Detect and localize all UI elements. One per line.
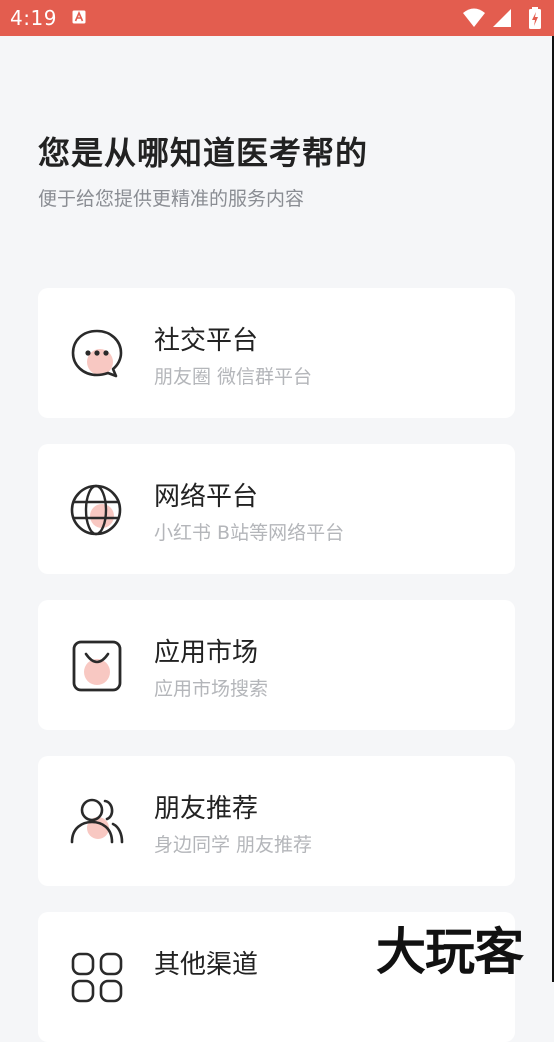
option-description: 小红书 B站等网络平台	[154, 522, 345, 544]
option-description: 身边同学 朋友推荐	[154, 834, 313, 856]
option-friend-referral[interactable]: 朋友推荐 身边同学 朋友推荐	[38, 756, 515, 886]
option-title: 网络平台	[154, 482, 259, 512]
status-time: 4:19	[10, 6, 57, 30]
option-network-platform[interactable]: 网络平台 小红书 B站等网络平台	[38, 444, 515, 574]
option-title: 社交平台	[154, 326, 259, 356]
option-social-platform[interactable]: 社交平台 朋友圈 微信群平台	[38, 288, 515, 418]
option-description: 应用市场搜索	[154, 678, 269, 700]
option-app-market[interactable]: 应用市场 应用市场搜索	[38, 600, 515, 730]
chat-bubble-icon	[71, 329, 123, 378]
battery-charging-icon	[529, 7, 541, 29]
option-title: 其他渠道	[154, 950, 259, 980]
status-bar: 4:19	[0, 0, 554, 36]
shopping-bag-icon	[72, 640, 122, 692]
watermark-logo: 大玩客	[376, 922, 524, 981]
page-subtitle: 便于给您提供更精准的服务内容	[38, 188, 305, 210]
app-a-icon	[72, 10, 86, 24]
wifi-icon	[463, 8, 485, 27]
users-icon	[70, 798, 124, 844]
apps-grid-icon	[71, 952, 123, 1003]
option-title: 应用市场	[154, 638, 259, 668]
page-title: 您是从哪知道医考帮的	[38, 134, 369, 172]
option-description: 朋友圈 微信群平台	[154, 366, 313, 388]
signal-icon	[493, 9, 511, 27]
option-title: 朋友推荐	[154, 794, 259, 824]
globe-icon	[70, 484, 122, 536]
